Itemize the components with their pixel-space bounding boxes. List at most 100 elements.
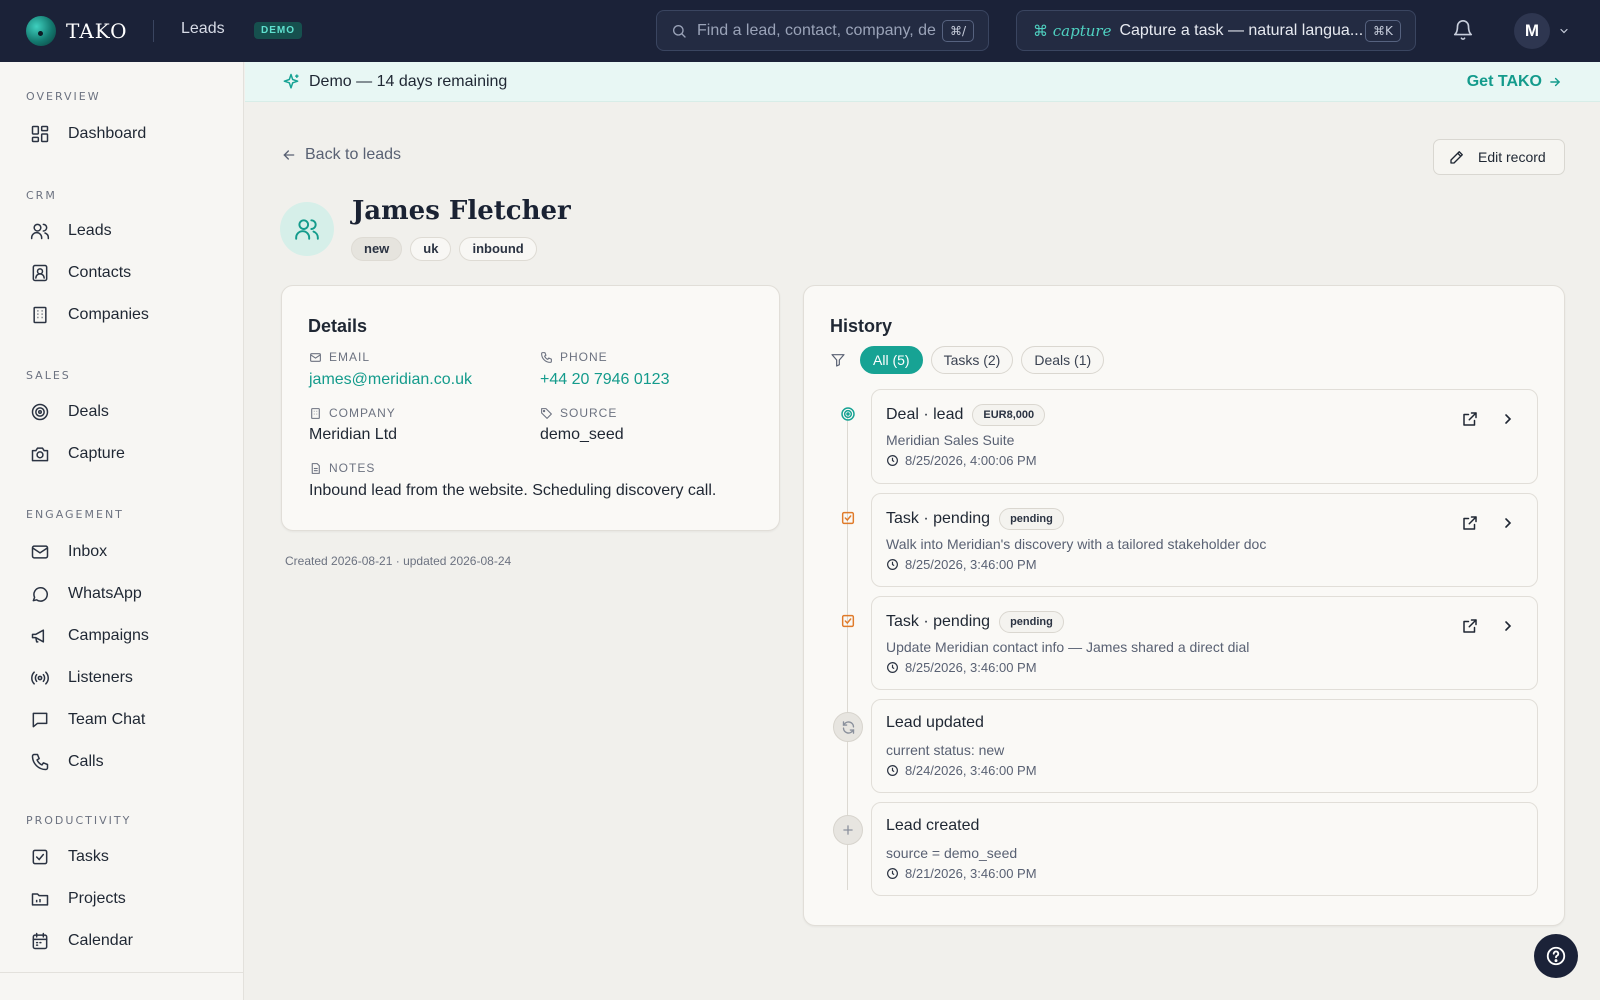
external-link-icon[interactable] bbox=[1461, 514, 1479, 532]
sidebar-item-whatsapp[interactable]: WhatsApp bbox=[26, 577, 226, 611]
email-label: EMAIL bbox=[309, 350, 370, 364]
external-link-icon[interactable] bbox=[1461, 617, 1479, 635]
entry-subtitle: Update Meridian contact info — James sha… bbox=[886, 639, 1250, 655]
tag-new[interactable]: new bbox=[351, 237, 403, 261]
quick-capture-bar[interactable]: ⌘ capture Capture a task — natural langu… bbox=[1016, 10, 1416, 51]
phone-label-text: PHONE bbox=[560, 350, 608, 364]
email-value[interactable]: james@meridian.co.uk bbox=[309, 371, 472, 389]
notes-label: NOTES bbox=[309, 461, 375, 475]
back-to-leads-link[interactable]: Back to leads bbox=[281, 146, 401, 164]
sidebar-heading-sales: SALES bbox=[26, 369, 71, 382]
sidebar-item-label: Dashboard bbox=[68, 125, 147, 142]
entry-subtitle: Meridian Sales Suite bbox=[886, 432, 1015, 448]
sidebar-item-dashboard[interactable]: Dashboard bbox=[26, 117, 226, 151]
history-entry-lead-updated[interactable]: Lead updated current status: new 8/24/20… bbox=[871, 699, 1538, 793]
history-filters: All (5) Tasks (2) Deals (1) bbox=[830, 346, 1105, 374]
demo-remaining-message: Demo — 14 days remaining bbox=[309, 73, 508, 90]
company-label-text: COMPANY bbox=[329, 406, 396, 420]
entry-timestamp: 8/21/2026, 3:46:00 PM bbox=[886, 866, 1037, 881]
camera-icon bbox=[31, 447, 49, 462]
deal-amount-badge: EUR8,000 bbox=[972, 404, 1046, 426]
get-tako-label: Get TAKO bbox=[1466, 73, 1542, 90]
entry-timestamp: 8/25/2026, 4:00:06 PM bbox=[886, 453, 1037, 468]
sidebar-item-label: Contacts bbox=[68, 264, 132, 281]
edit-record-label: Edit record bbox=[1478, 149, 1546, 165]
sidebar-item-deals[interactable]: Deals bbox=[26, 395, 226, 429]
logo-mark-icon bbox=[26, 16, 56, 46]
sidebar-item-inbox[interactable]: Inbox bbox=[26, 535, 226, 569]
entry-timestamp: 8/24/2026, 3:46:00 PM bbox=[886, 763, 1037, 778]
sidebar-item-listeners[interactable]: Listeners bbox=[26, 661, 226, 695]
history-entry-task[interactable]: Task · pending pending Walk into Meridia… bbox=[871, 493, 1538, 587]
sidebar-item-campaigns[interactable]: Campaigns bbox=[26, 619, 226, 653]
details-title: Details bbox=[308, 316, 368, 336]
mail-icon bbox=[31, 545, 49, 559]
tag-uk[interactable]: uk bbox=[410, 237, 452, 261]
sidebar-item-label: Deals bbox=[68, 403, 109, 420]
clock-icon bbox=[887, 455, 898, 466]
history-entry-deal[interactable]: Deal · lead EUR8,000 Meridian Sales Suit… bbox=[871, 389, 1538, 484]
get-tako-link[interactable]: Get TAKO bbox=[1467, 73, 1562, 91]
entry-title: Task · pending pending bbox=[886, 508, 1064, 530]
filter-icon[interactable] bbox=[830, 352, 846, 368]
app-logo[interactable]: TAKO bbox=[26, 16, 128, 46]
chevron-right-icon[interactable] bbox=[1500, 617, 1516, 635]
sidebar-item-companies[interactable]: Companies bbox=[26, 298, 226, 332]
company-value: Meridian Ltd bbox=[309, 426, 398, 443]
search-icon bbox=[673, 24, 686, 38]
sidebar-item-label: Projects bbox=[68, 890, 126, 907]
building-icon bbox=[311, 407, 320, 419]
arrow-right-icon bbox=[1550, 77, 1561, 87]
help-button[interactable] bbox=[1534, 934, 1578, 978]
sidebar-heading-productivity: PRODUCTIVITY bbox=[26, 814, 132, 827]
chevron-right-icon[interactable] bbox=[1500, 514, 1516, 532]
sidebar-item-capture[interactable]: Capture bbox=[26, 437, 226, 471]
external-link-icon[interactable] bbox=[1461, 410, 1479, 428]
sidebar-item-calls[interactable]: Calls bbox=[26, 745, 226, 779]
filter-all[interactable]: All (5) bbox=[860, 346, 923, 374]
plus-icon bbox=[833, 815, 863, 845]
user-avatar[interactable]: M bbox=[1514, 13, 1550, 49]
sidebar-item-projects[interactable]: Projects bbox=[26, 882, 226, 916]
capture-input-placeholder[interactable]: Capture a task — natural langua... bbox=[1119, 22, 1363, 40]
sidebar-item-label: Leads bbox=[68, 222, 112, 239]
megaphone-icon bbox=[31, 629, 45, 643]
source-value: demo_seed bbox=[540, 426, 624, 443]
sidebar-item-label: Team Chat bbox=[68, 711, 146, 728]
entry-title-text: Deal · lead bbox=[886, 406, 964, 423]
sidebar-item-team-chat[interactable]: Team Chat bbox=[26, 703, 226, 737]
tag-inbound[interactable]: inbound bbox=[459, 237, 537, 261]
phone-icon bbox=[541, 351, 552, 363]
sidebar-item-contacts[interactable]: Contacts bbox=[26, 256, 226, 290]
phone-value[interactable]: +44 20 7946 0123 bbox=[540, 371, 669, 389]
deal-target-icon bbox=[835, 401, 861, 427]
global-search[interactable]: ⌘/ bbox=[656, 10, 989, 51]
lead-avatar bbox=[280, 202, 334, 256]
users-icon bbox=[30, 223, 50, 240]
history-entry-task[interactable]: Task · pending pending Update Meridian c… bbox=[871, 596, 1538, 690]
brand-name: TAKO bbox=[66, 19, 128, 43]
entry-title: Lead updated bbox=[886, 714, 984, 732]
folder-icon bbox=[31, 893, 49, 906]
entry-title-text: Lead updated bbox=[886, 714, 984, 731]
history-entry-lead-created[interactable]: Lead created source = demo_seed 8/21/202… bbox=[871, 802, 1538, 896]
notifications-bell-icon[interactable] bbox=[1452, 19, 1474, 41]
filter-deals[interactable]: Deals (1) bbox=[1021, 346, 1105, 374]
clock-icon bbox=[887, 765, 898, 776]
task-checkbox-icon bbox=[835, 608, 861, 634]
entry-time-text: 8/25/2026, 3:46:00 PM bbox=[905, 557, 1037, 572]
sidebar-item-calendar[interactable]: Calendar bbox=[26, 924, 226, 958]
sidebar-item-tasks[interactable]: Tasks bbox=[26, 840, 226, 874]
sidebar-item-label: Inbox bbox=[68, 543, 108, 560]
entry-title-text: Task · pending bbox=[886, 510, 991, 527]
search-input[interactable] bbox=[697, 21, 942, 40]
chevron-right-icon[interactable] bbox=[1500, 410, 1516, 428]
filter-tasks[interactable]: Tasks (2) bbox=[930, 346, 1014, 374]
sidebar-item-label: Calendar bbox=[68, 932, 133, 949]
chevron-down-icon[interactable] bbox=[1558, 25, 1570, 37]
edit-record-button[interactable]: Edit record bbox=[1433, 139, 1565, 175]
refresh-icon bbox=[833, 712, 863, 742]
sidebar-item-leads[interactable]: Leads bbox=[26, 214, 226, 248]
sidebar-item-label: WhatsApp bbox=[68, 585, 142, 602]
contact-card-icon bbox=[32, 264, 48, 282]
